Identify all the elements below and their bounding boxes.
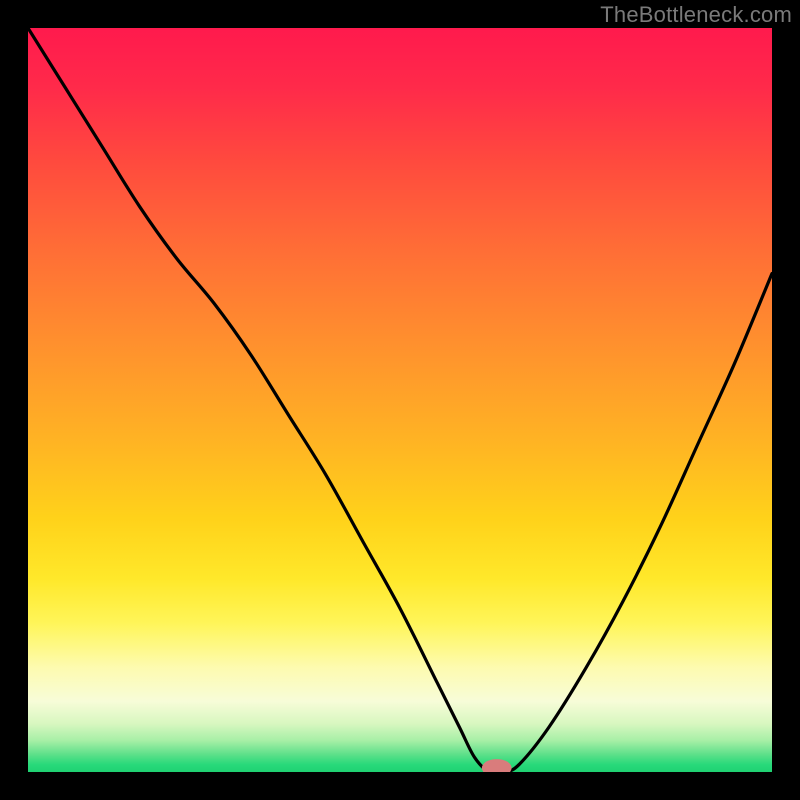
chart-stage: TheBottleneck.com [0,0,800,800]
plot-svg [28,28,772,772]
plot-area [28,28,772,772]
gradient-background [28,28,772,772]
watermark-text: TheBottleneck.com [600,2,792,28]
